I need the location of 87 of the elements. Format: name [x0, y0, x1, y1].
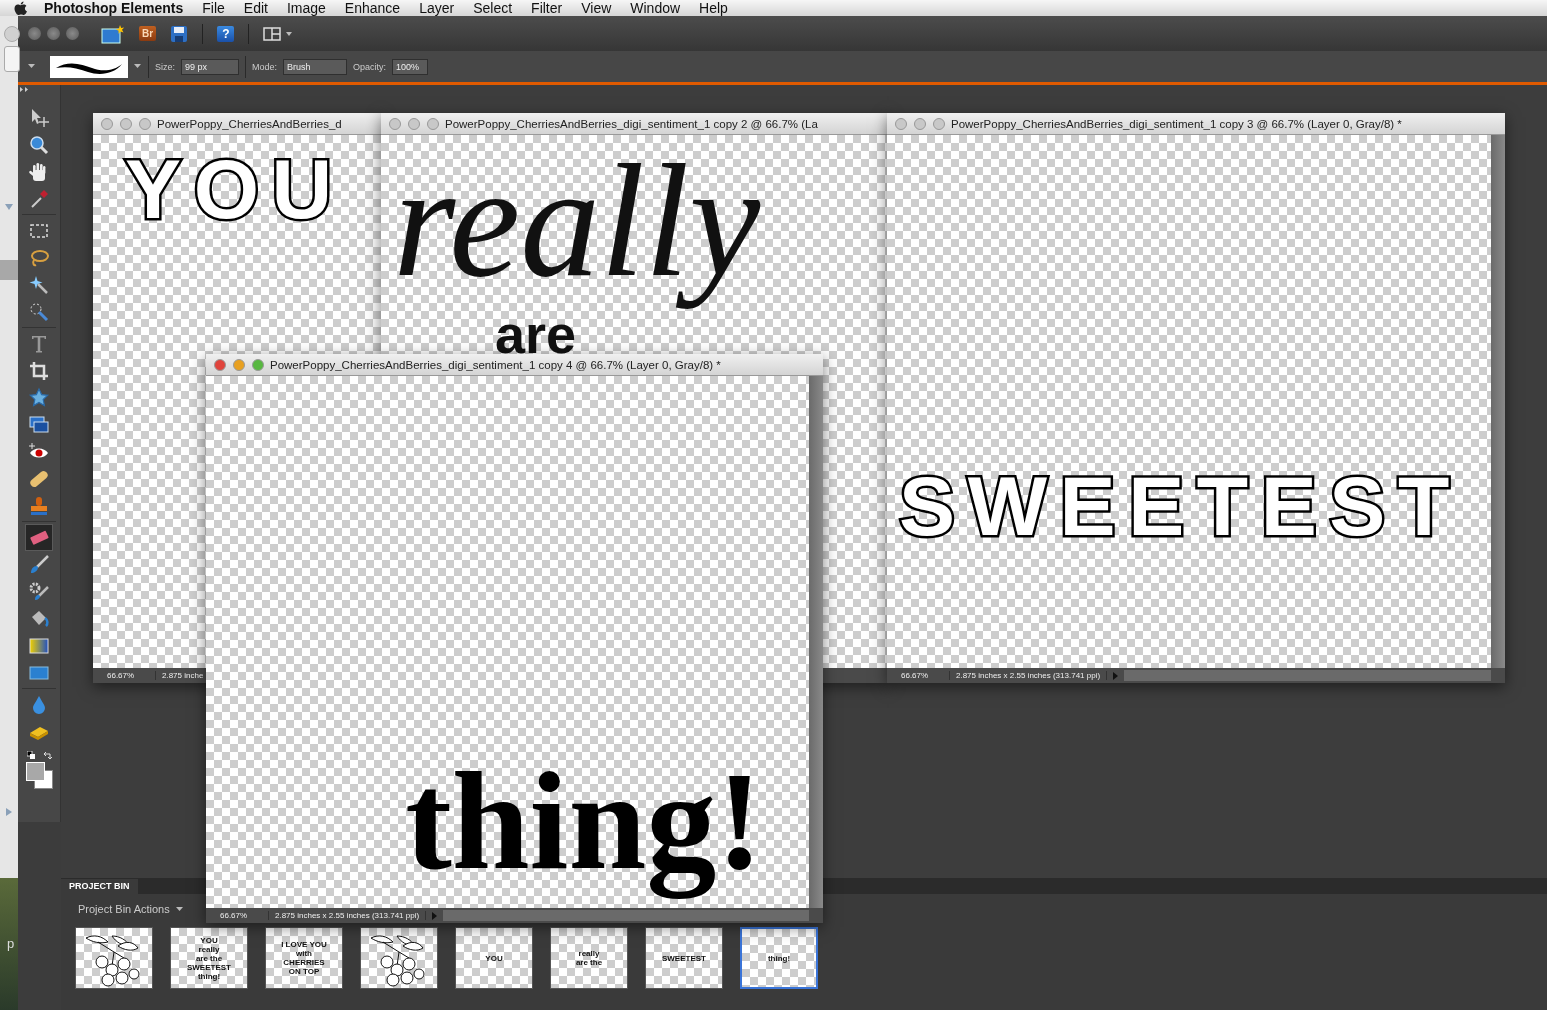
swap-colors-icon[interactable]	[42, 751, 52, 760]
menu-item[interactable]: Edit	[243, 0, 268, 16]
document-title: PowerPoppy_CherriesAndBerries_d	[157, 117, 342, 130]
size-label: Size:	[155, 61, 175, 72]
thumbnail-text: with	[296, 949, 312, 958]
brush-preset-picker[interactable]	[50, 55, 128, 78]
dropdown-caret-icon[interactable]	[28, 64, 36, 69]
zoom-level-field[interactable]: 66.67%	[93, 671, 156, 680]
thumbnail[interactable]	[360, 927, 438, 989]
window-control[interactable]	[28, 27, 41, 40]
thumbnail[interactable]: I LOVE YOU with CHERRIES ON TOP	[265, 927, 343, 989]
document-size-info: 2.875 inches x 2.55 inches (313.741 ppi)	[950, 671, 1108, 680]
opacity-field[interactable]: 100%	[392, 58, 429, 75]
zoom-tool-icon	[28, 133, 50, 156]
horizontal-scrollbar[interactable]	[443, 910, 809, 921]
thumbnail-text: CHERRIES	[283, 958, 325, 967]
dropdown-caret-icon[interactable]	[134, 64, 142, 69]
background-window-text: p	[7, 936, 15, 951]
help-button[interactable]: ?	[217, 25, 235, 42]
menu-item[interactable]: Select	[473, 0, 513, 16]
menu-item[interactable]: File	[202, 0, 225, 16]
thumbnail-text: are the	[575, 958, 603, 967]
menu-item[interactable]: Filter	[531, 0, 563, 16]
bridge-button[interactable]: Br	[139, 26, 157, 41]
opacity-label: Opacity:	[353, 61, 387, 72]
brush-icon	[28, 553, 50, 576]
tool-button[interactable]	[25, 524, 53, 551]
project-bin-tab[interactable]: PROJECT BIN	[61, 879, 138, 894]
dropdown-caret-icon[interactable]	[175, 907, 183, 911]
menu-item[interactable]: Layer	[419, 0, 455, 16]
document-title: PowerPoppy_CherriesAndBerries_digi_sentiment_1 copy 2 @ 66.7% (La	[445, 117, 818, 130]
app-name-menu[interactable]: Photoshop Elements	[44, 0, 184, 16]
new-file-icon[interactable]	[101, 23, 125, 44]
thumbnail-text: are the	[195, 953, 223, 963]
thumbnail[interactable]: really are the	[550, 927, 628, 989]
vertical-scrollbar[interactable]	[1491, 135, 1505, 668]
default-colors-icon[interactable]	[26, 751, 35, 759]
save-icon[interactable]	[170, 24, 189, 43]
thumbnail[interactable]: YOU really are the SWEETEST thing!	[170, 927, 248, 989]
horizontal-scrollbar[interactable]	[1124, 670, 1491, 681]
thumbnail-text: I LOVE YOU	[281, 940, 327, 949]
overlapping-rectangles-icon	[28, 413, 50, 436]
document-size-info: 2.875 inches x 2.55 inches (313.741 ppi)	[269, 911, 427, 920]
thumbnail-text: really	[198, 944, 220, 954]
thumbnail[interactable]: SWEETEST	[645, 927, 723, 989]
size-field[interactable]: 99 px	[181, 58, 239, 75]
window-control[interactable]	[66, 27, 79, 40]
document-title: PowerPoppy_CherriesAndBerries_digi_sentiment_1 copy 4 @ 66.7% (Layer 0, Gray/8) *	[270, 358, 721, 371]
window-control[interactable]	[47, 27, 60, 40]
artwork-text: SWEETEST	[899, 464, 1462, 548]
thumbnail-text: SWEETEST	[662, 953, 706, 963]
window-button[interactable]	[4, 26, 20, 42]
thumbnail-text: thing!	[197, 971, 221, 981]
layout-icon[interactable]	[263, 26, 294, 41]
apple-logo-icon[interactable]	[14, 1, 27, 15]
mode-label: Mode:	[252, 61, 278, 72]
right-triangle-icon	[6, 808, 12, 816]
artwork-text: thing!	[405, 742, 764, 901]
crop-icon	[28, 359, 50, 382]
thumbnail-text: SWEETEST	[187, 962, 231, 972]
down-triangle-icon	[5, 204, 13, 210]
gear-brush-icon	[28, 580, 50, 603]
zoom-level-field[interactable]: 66.67%	[206, 911, 269, 920]
vertical-scrollbar[interactable]	[809, 376, 823, 908]
thumbnail-text: thing!	[767, 953, 791, 963]
star-cutter-icon	[28, 386, 50, 409]
close-button[interactable]	[214, 358, 226, 371]
thumbnail-text: YOU	[200, 935, 218, 945]
thumbnail[interactable]	[75, 927, 153, 989]
mode-dropdown[interactable]: Brush	[283, 58, 348, 75]
stamp-icon	[28, 494, 50, 517]
menu-item[interactable]: View	[581, 0, 612, 16]
menu-item[interactable]: Enhance	[344, 0, 401, 16]
side-bar	[0, 260, 18, 280]
thumbnail[interactable]: thing!	[740, 927, 818, 989]
thumbnail-text: YOU	[485, 953, 503, 963]
thumbnail-text: really	[578, 949, 600, 958]
thumbnail-text: ON TOP	[288, 967, 320, 976]
document-title: PowerPoppy_CherriesAndBerries_digi_sentiment_1 copy 3 @ 66.7% (Layer 0, Gray/8) *	[951, 117, 1402, 130]
panel-grip-icon[interactable]	[20, 87, 30, 92]
thumbnail[interactable]: YOU	[455, 927, 533, 989]
zoom-level-field[interactable]: 66.67%	[887, 671, 950, 680]
project-bin-actions-menu[interactable]: Project Bin Actions	[78, 903, 170, 915]
menu-item[interactable]: Window	[630, 0, 681, 16]
menu-item[interactable]: Image	[286, 0, 326, 16]
color-swatches-icon[interactable]	[24, 762, 54, 792]
menu-item[interactable]: Help	[699, 0, 728, 16]
